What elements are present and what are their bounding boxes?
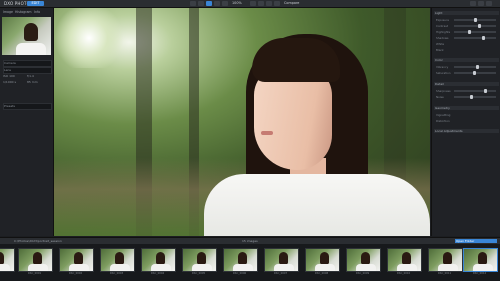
settings-icon[interactable] [478,1,484,6]
filmstrip-toolbar: C:\Photos\2023\portrait_session 15 image… [0,237,500,244]
filmstrip-label: DSC_0011 [437,272,452,275]
filmstrip: DSC_0001 DSC_0002 DSC_0003 DSC_0004 DSC_… [0,244,500,281]
red-eye-tool-icon[interactable] [222,1,228,6]
filmstrip-label: DSC_0002 [68,272,83,275]
info-aperture: f/1.4 [27,74,34,78]
sharpness-slider[interactable] [454,89,496,93]
filmstrip-label: DSC_0007 [273,272,288,275]
section-geometry[interactable]: Geometry [434,106,499,110]
info-camera: Camera [3,60,52,67]
help-icon[interactable] [486,1,492,6]
gradient-tool-icon[interactable] [266,1,272,6]
filmstrip-thumbnail[interactable] [387,248,422,272]
export-button[interactable] [470,1,476,6]
filmstrip-thumbnail[interactable] [18,248,53,272]
subject-lips [261,131,273,135]
subject-bangs [252,38,340,82]
top-toolbar: DXO PHOTOLAB EDIT 100% Compare [0,0,500,8]
section-local-adjustments[interactable]: Local Adjustments [434,129,499,133]
open-folder-button[interactable]: Open Folder [455,239,497,243]
background-bokeh [54,8,124,68]
tab-info[interactable]: Info [34,10,40,14]
filmstrip-thumbnail[interactable] [305,248,340,272]
section-light[interactable]: Light [434,11,499,15]
filmstrip-label: DSC_0012 [472,272,487,275]
filmstrip-label: DSC_0001 [27,272,42,275]
watermark-tool-icon[interactable] [274,1,280,6]
filmstrip-label: DSC_0008 [314,272,329,275]
tab-image[interactable]: Image [3,10,13,14]
filmstrip-thumbnail[interactable] [0,248,15,272]
subject-shirt [204,174,430,236]
filmstrip-label: DSC_0003 [109,272,124,275]
edit-mode-tab[interactable]: EDIT [27,1,44,6]
straighten-tool-icon[interactable] [198,1,204,6]
right-panel: Light Exposure Contrast Highlights Shado… [431,8,500,236]
crop-tool-icon[interactable] [190,1,196,6]
filmstrip-thumbnail[interactable] [428,248,463,272]
image-count: 15 images [242,239,258,243]
left-panel: Image Histogram Info Camera Lens ISO 100… [0,8,54,236]
zoom-level[interactable]: 100% [232,1,242,5]
filmstrip-label: DSC_0009 [355,272,370,275]
filmstrip-label: DSC_0006 [232,272,247,275]
filmstrip-thumbnail[interactable] [100,248,135,272]
compare-tool-icon[interactable] [206,1,212,6]
section-color[interactable]: Color [434,58,499,62]
info-lens: Lens [3,67,52,74]
filmstrip-label: DSC_0010 [396,272,411,275]
compare-label[interactable]: Compare [284,1,299,5]
noise-slider[interactable] [454,95,496,99]
vibrancy-slider[interactable] [454,65,496,69]
presets-dropdown[interactable]: Presets [3,103,52,110]
filmstrip-thumbnail[interactable] [223,248,258,272]
filmstrip-label: DSC_0004 [150,272,165,275]
shadows-slider[interactable] [454,36,496,40]
filmstrip-thumbnail[interactable] [59,248,94,272]
filmstrip-thumbnail[interactable] [141,248,176,272]
section-detail[interactable]: Detail [434,82,499,86]
info-iso: ISO 100 [3,74,15,78]
navigator-thumbnail[interactable] [2,17,51,55]
local-adjust-tool-icon[interactable] [250,1,256,6]
row-black: Black [436,48,444,52]
main-image-viewer[interactable] [54,8,430,236]
info-focal: 85 mm [27,80,38,84]
saturation-slider[interactable] [454,71,496,75]
tab-histogram[interactable]: Histogram [15,10,32,14]
folder-path[interactable]: C:\Photos\2023\portrait_session [14,239,62,243]
info-shutter: 1/1000 s [3,80,17,84]
row-white: White [436,42,445,46]
filmstrip-thumbnail-selected[interactable] [463,248,498,272]
mask-tool-icon[interactable] [258,1,264,6]
row-vignetting: Vignetting [436,113,451,117]
highlights-slider[interactable] [454,30,496,34]
contrast-slider[interactable] [454,24,496,28]
filmstrip-thumbnail[interactable] [346,248,381,272]
repair-tool-icon[interactable] [214,1,220,6]
filmstrip-thumbnail[interactable] [264,248,299,272]
filmstrip-label: DSC_0005 [191,272,206,275]
filmstrip-thumbnail[interactable] [182,248,217,272]
exposure-slider[interactable] [454,18,496,22]
row-distortion: Distortion [436,119,450,123]
